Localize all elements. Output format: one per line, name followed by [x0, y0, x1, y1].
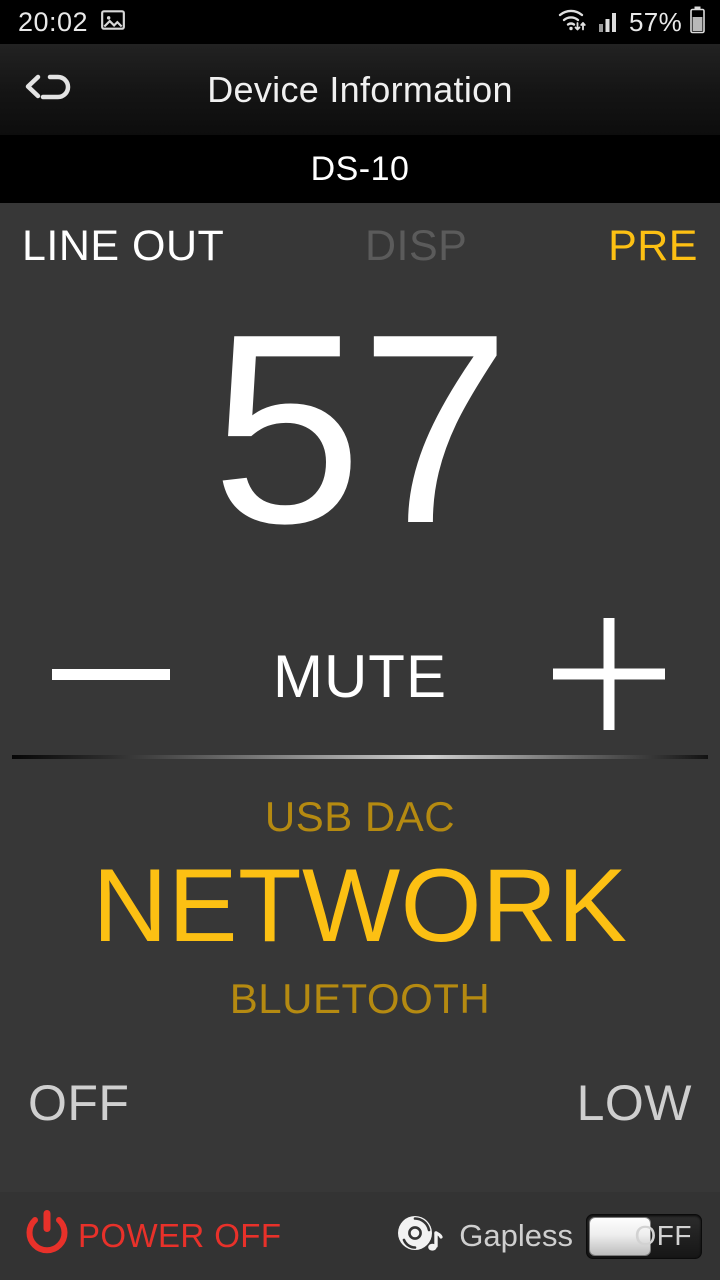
- plus-icon: [552, 617, 665, 735]
- device-name-label: DS-10: [310, 149, 410, 188]
- status-clock: 20:02: [18, 6, 89, 37]
- gapless-label: Gapless: [459, 1218, 573, 1253]
- output-mode-row: LINE OUT DISP PRE: [0, 203, 720, 279]
- back-button[interactable]: [8, 44, 88, 135]
- volume-controls-row: MUTE: [0, 601, 720, 751]
- input-source-selector: USB DAC NETWORK BLUETOOTH: [0, 759, 720, 1023]
- input-source-next[interactable]: BLUETOOTH: [230, 975, 490, 1023]
- minus-icon: [52, 662, 170, 691]
- battery-icon: [689, 6, 706, 39]
- filter-setting-value[interactable]: OFF: [28, 1074, 129, 1132]
- app-title-bar: Device Information: [0, 44, 720, 135]
- mute-button[interactable]: MUTE: [273, 642, 447, 711]
- bottom-action-bar: POWER OFF Gapless OFF: [0, 1192, 720, 1280]
- cellular-signal-icon: [598, 7, 622, 38]
- display-mode-disp[interactable]: DISP: [365, 224, 467, 268]
- gapless-toggle-state: OFF: [634, 1220, 692, 1251]
- input-source-current[interactable]: NETWORK: [92, 841, 627, 971]
- device-control-panel: LINE OUT DISP PRE 57 MUTE USB DAC NETWOR…: [0, 203, 720, 1192]
- preamp-mode-pre[interactable]: PRE: [608, 224, 698, 268]
- options-row: OFF LOW: [0, 1023, 720, 1192]
- wifi-transfer-icon: [557, 6, 591, 39]
- back-arrow-icon: [20, 63, 76, 116]
- power-off-button[interactable]: POWER OFF: [22, 1208, 281, 1265]
- power-off-label: POWER OFF: [78, 1217, 282, 1254]
- image-icon: [100, 7, 126, 38]
- output-mode-line-out[interactable]: LINE OUT: [22, 224, 224, 268]
- gapless-setting: Gapless OFF: [394, 1209, 702, 1264]
- volume-value: 57: [211, 279, 510, 581]
- input-source-previous[interactable]: USB DAC: [265, 793, 455, 841]
- gapless-toggle[interactable]: OFF: [586, 1213, 702, 1259]
- volume-down-button[interactable]: [36, 662, 186, 691]
- status-bar: 20:02 57%: [0, 0, 720, 44]
- power-icon: [22, 1208, 72, 1265]
- page-title: Device Information: [207, 68, 513, 110]
- status-bar-left: 20:02: [18, 7, 126, 38]
- device-name-bar: DS-10: [0, 135, 720, 203]
- gain-setting-value[interactable]: LOW: [577, 1074, 692, 1132]
- volume-display: 57: [0, 279, 720, 601]
- volume-up-button[interactable]: [534, 617, 684, 735]
- status-bar-right: 57%: [557, 6, 706, 39]
- battery-percent-label: 57%: [629, 6, 682, 37]
- vinyl-disc-music-icon: [394, 1209, 446, 1264]
